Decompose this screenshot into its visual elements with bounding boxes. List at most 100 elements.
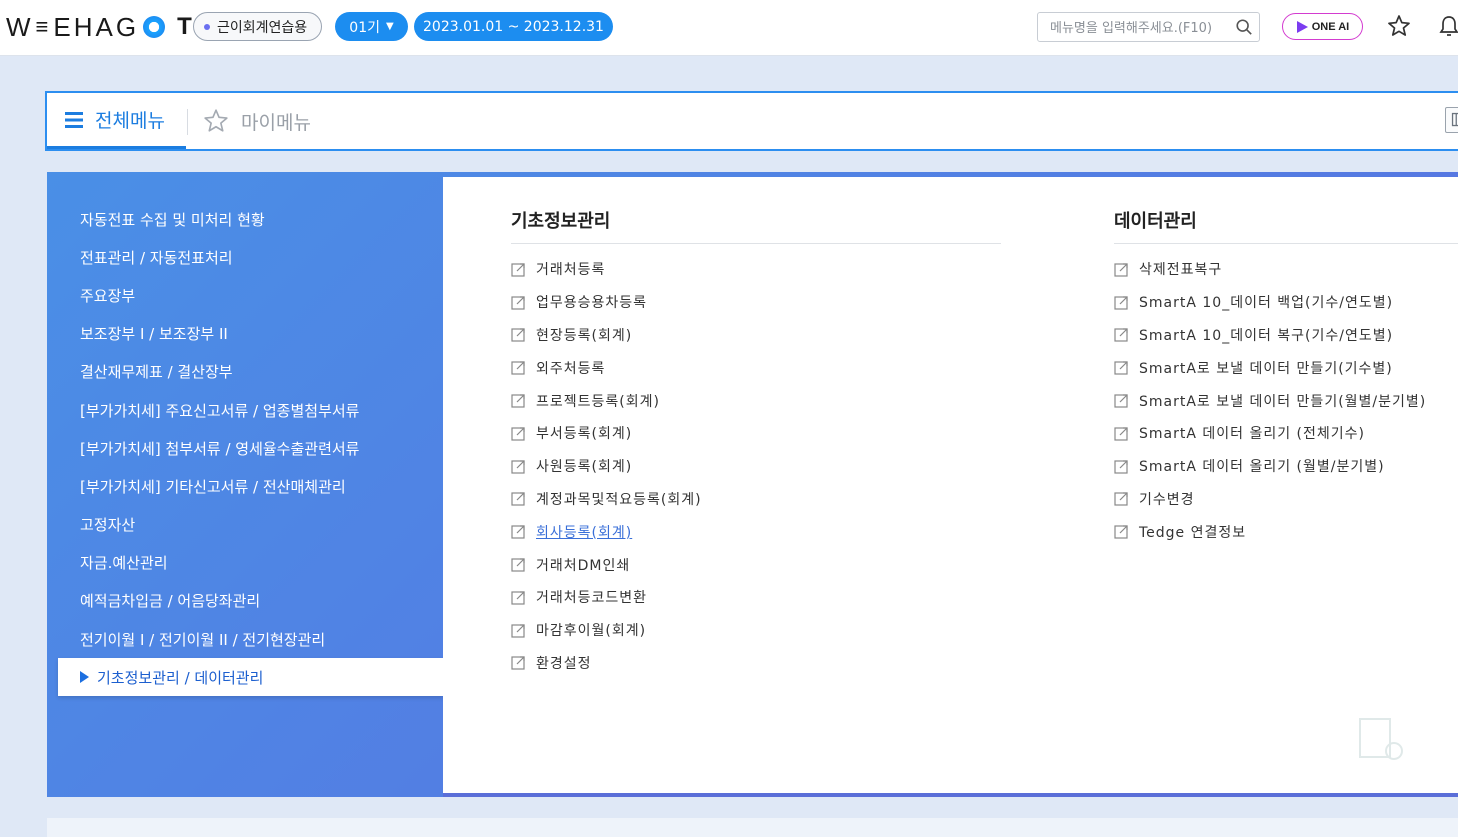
- external-link-icon: [1114, 460, 1128, 474]
- menu-link-item[interactable]: SmartA 데이터 올리기 (월별/분기별): [1114, 450, 1458, 483]
- external-link-icon: [1114, 328, 1128, 343]
- external-link-icon: [1114, 263, 1128, 277]
- category-nav-label: 고정자산: [80, 516, 136, 535]
- menu-link-label: 프로젝트등록(회계): [536, 393, 660, 410]
- favorite-star-icon[interactable]: [1387, 14, 1411, 38]
- category-nav-label: 기초정보관리 / 데이터관리: [97, 668, 264, 687]
- menu-link-item[interactable]: 거래처DM인쇄: [511, 548, 991, 581]
- panel-toggle-button[interactable]: [1445, 107, 1458, 133]
- external-link-icon: [1114, 427, 1128, 441]
- menu-link-item[interactable]: 계정과목및적요등록(회계): [511, 483, 991, 516]
- external-link-icon: [511, 492, 525, 507]
- star-outline-icon: [204, 109, 228, 132]
- external-link-icon: [511, 328, 525, 343]
- menu-link-item[interactable]: 거래처등록: [511, 253, 991, 286]
- category-nav-item[interactable]: 결산재무제표 / 결산장부: [47, 353, 443, 391]
- category-nav-item[interactable]: 자동전표 수집 및 미처리 현황: [47, 200, 443, 238]
- menu-link-label: 회사등록(회계): [536, 524, 633, 541]
- category-nav-label: 자동전표 수집 및 미처리 현황: [80, 210, 265, 229]
- search-icon[interactable]: [1235, 18, 1253, 36]
- external-link-icon: [511, 558, 525, 572]
- menu-link-item[interactable]: 사원등록(회계): [511, 450, 991, 483]
- wehago-logo[interactable]: W ≡ EHAG T: [6, 10, 195, 44]
- external-link-icon: [511, 263, 525, 277]
- menu-link-label: 삭제전표복구: [1139, 262, 1223, 279]
- bell-icon[interactable]: [1437, 14, 1458, 38]
- document-settings-icon: [1359, 718, 1403, 760]
- menu-link-item[interactable]: 환경설정: [511, 647, 991, 680]
- menu-link-item[interactable]: Tedge 연결정보: [1114, 515, 1458, 548]
- menu-link-item[interactable]: 외주처등록: [511, 351, 991, 384]
- tab-my-menu-label: 마이메뉴: [241, 111, 311, 134]
- hamburger-icon: [65, 111, 83, 128]
- category-nav-item[interactable]: 기초정보관리 / 데이터관리: [58, 658, 443, 697]
- menu-link-label: SmartA 10_데이터 백업(기수/연도별): [1139, 295, 1394, 312]
- menu-link-item[interactable]: SmartA 10_데이터 복구(기수/연도별): [1114, 319, 1458, 352]
- category-nav-label: 결산재무제표 / 결산장부: [80, 363, 233, 382]
- menu-link-label: 외주처등록: [536, 360, 606, 377]
- tab-divider: [187, 109, 188, 135]
- menu-search[interactable]: [1037, 12, 1260, 42]
- external-link-icon: [1114, 361, 1128, 375]
- menu-link-item[interactable]: SmartA 10_데이터 백업(기수/연도별): [1114, 286, 1458, 319]
- menu-link-item[interactable]: 기수변경: [1114, 483, 1458, 516]
- category-nav-item[interactable]: [부가가치세] 첨부서류 / 영세율수출관련서류: [47, 429, 443, 467]
- category-nav-item[interactable]: [부가가치세] 주요신고서류 / 업종별첨부서류: [47, 391, 443, 429]
- external-link-icon: [511, 361, 525, 375]
- data-mgmt-menu-list: 삭제전표복구 SmartA 10_데이터 백업(기수/연도별) SmartA 10_…: [1114, 253, 1458, 548]
- external-link-icon: [511, 394, 525, 408]
- company-name: 근이회계연습용: [217, 19, 308, 36]
- menu-link-item[interactable]: 현장등록(회계): [511, 319, 991, 352]
- category-nav-item[interactable]: 주요장부: [47, 276, 443, 314]
- category-nav-item[interactable]: 예적금차입금 / 어음당좌관리: [47, 582, 443, 620]
- menu-link-item[interactable]: 부서등록(회계): [511, 417, 991, 450]
- section-divider: [1114, 243, 1458, 244]
- tab-all-menu-label: 전체메뉴: [95, 110, 165, 132]
- menu-link-item[interactable]: 프로젝트등록(회계): [511, 384, 991, 417]
- section-divider: [511, 243, 1001, 244]
- menu-search-input[interactable]: [1050, 18, 1230, 38]
- book-icon: [1451, 112, 1458, 127]
- triangle-right-icon: [80, 671, 89, 684]
- menu-link-label: SmartA 데이터 올리기 (월별/분기별): [1139, 459, 1385, 476]
- oneai-label: ONE AI: [1311, 20, 1350, 33]
- oneai-button[interactable]: ONE AI: [1282, 13, 1363, 40]
- category-nav-item[interactable]: 자금.예산관리: [47, 544, 443, 582]
- menu-link-label: 계정과목및적요등록(회계): [536, 491, 702, 508]
- menu-link-label: 사원등록(회계): [536, 459, 633, 476]
- menu-link-item[interactable]: SmartA로 보낼 데이터 만들기(기수별): [1114, 351, 1458, 384]
- external-link-icon: [511, 525, 525, 539]
- menu-link-item[interactable]: SmartA로 보낼 데이터 만들기(월별/분기별): [1114, 384, 1458, 417]
- category-nav-item[interactable]: 전표관리 / 자동전표처리: [47, 238, 443, 276]
- menu-link-item[interactable]: 업무용승용차등록: [511, 286, 991, 319]
- category-nav-label: 자금.예산관리: [80, 554, 168, 573]
- chevron-down-icon: ▼: [386, 21, 394, 32]
- section-title-data-mgmt: 데이터관리: [1114, 211, 1197, 232]
- category-nav-item[interactable]: [부가가치세] 기타신고서류 / 전산매체관리: [47, 467, 443, 505]
- category-nav-label: 전표관리 / 자동전표처리: [80, 248, 233, 267]
- period-selector[interactable]: 01기 ▼: [335, 12, 408, 41]
- category-nav: 자동전표 수집 및 미처리 현황전표관리 / 자동전표처리주요장부 보조장부 I …: [47, 200, 443, 697]
- category-nav-item[interactable]: 고정자산: [47, 506, 443, 544]
- category-nav-item[interactable]: 전기이월 Ⅰ / 전기이월 II / 전기현장관리: [47, 620, 443, 658]
- menu-link-item[interactable]: SmartA 데이터 올리기 (전체기수): [1114, 417, 1458, 450]
- menu-link-label: Tedge 연결정보: [1139, 524, 1247, 541]
- menu-link-label: 업무용승용차등록: [536, 295, 648, 312]
- period-label: 01기: [349, 19, 380, 36]
- external-link-icon: [1114, 492, 1128, 507]
- menu-link-label: SmartA로 보낼 데이터 만들기(기수별): [1139, 360, 1393, 377]
- menu-link-label: 거래처DM인쇄: [536, 557, 631, 574]
- date-range-button[interactable]: 2023.01.01 ~ 2023.12.31: [414, 12, 613, 41]
- menu-link-label: 부서등록(회계): [536, 426, 633, 443]
- company-selector[interactable]: 근이회계연습용: [193, 12, 322, 41]
- external-link-icon: [511, 591, 525, 605]
- tab-all-menu[interactable]: 전체메뉴: [47, 93, 186, 149]
- category-nav-label: 예적금차입금 / 어음당좌관리: [80, 592, 261, 611]
- menu-link-item[interactable]: 거래처등코드변환: [511, 581, 991, 614]
- menu-link-item[interactable]: 마감후이월(회계): [511, 614, 991, 647]
- tab-my-menu[interactable]: 마이메뉴: [203, 93, 311, 149]
- menu-link-label: 현장등록(회계): [536, 327, 633, 344]
- category-nav-item[interactable]: 보조장부 I / 보조장부 II: [47, 315, 443, 353]
- menu-link-item[interactable]: 삭제전표복구: [1114, 253, 1458, 286]
- menu-link-item[interactable]: 회사등록(회계): [511, 515, 991, 548]
